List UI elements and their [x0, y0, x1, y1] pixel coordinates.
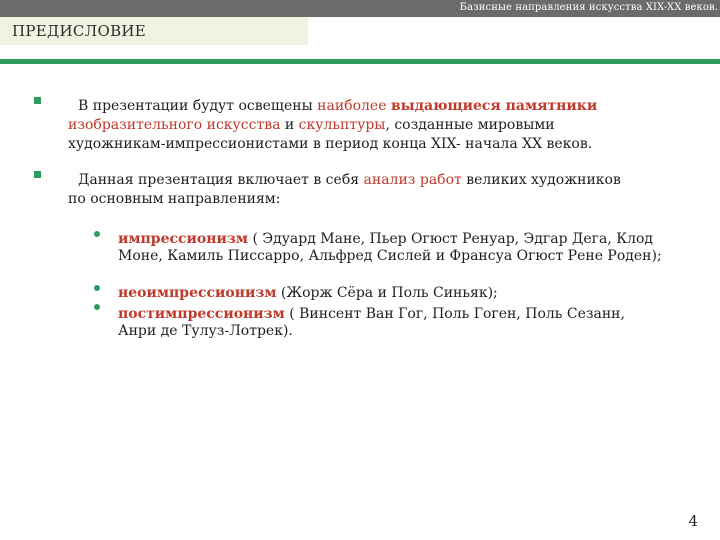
list-item-impressionism: импрессионизм ( Эдуард Мане, Пьер Огюст …	[118, 231, 698, 265]
round-bullet-icon	[94, 285, 100, 291]
square-bullet-icon	[34, 171, 41, 178]
bullet-2-text: великих художников	[461, 172, 621, 188]
accent-divider	[0, 59, 720, 64]
bullet-2-line-2: по основным направлениям:	[68, 191, 281, 207]
page-number: 4	[688, 512, 698, 530]
bullet-1-line-2: изобразительного искусства и скульптуры,…	[68, 116, 698, 135]
bullet-2-line-1: Данная презентация включает в себя анали…	[68, 171, 708, 190]
square-bullet-icon	[34, 97, 41, 104]
bullet-1-text: , созданные мировыми	[385, 117, 555, 133]
bullet-paragraph-2: Данная презентация включает в себя анали…	[68, 171, 708, 209]
list-item-neoimpressionism: неоимпрессионизм (Жорж Сёра и Поль Синья…	[118, 285, 698, 302]
bullet-1-highlight: скульптуры	[298, 117, 386, 133]
bullet-1-highlight: изобразительного искусства	[68, 117, 281, 133]
bullet-1-line-1: В презентации будут освещены наиболее вы…	[68, 97, 698, 116]
list-item-term: импрессионизм	[118, 231, 248, 247]
bullet-1-highlight: наиболее	[317, 98, 391, 114]
bullet-1-highlight-bold: выдающиеся памятники	[390, 98, 598, 114]
presentation-title: Базисные направления искусства XIX-XX ве…	[459, 2, 718, 13]
bullet-1-text: и	[280, 117, 299, 133]
slide-title-bar: ПРЕДИСЛОВИЕ	[0, 17, 308, 45]
list-item-term: неоимпрессионизм	[118, 285, 277, 301]
bullet-paragraph-1: В презентации будут освещены наиболее вы…	[68, 97, 698, 154]
list-item-postimpressionism: постимпрессионизм ( Винсент Ван Гог, Пол…	[118, 306, 638, 340]
bullet-1-text: В презентации будут освещены	[78, 98, 318, 114]
list-item-term: постимпрессионизм	[118, 306, 285, 322]
slide-title: ПРЕДИСЛОВИЕ	[12, 22, 147, 40]
list-item-text: (Жорж Сёра и Поль Синьяк);	[276, 285, 498, 301]
bullet-2-text: Данная презентация включает в себя	[78, 172, 364, 188]
top-header-bar: Базисные направления искусства XIX-XX ве…	[0, 0, 720, 17]
round-bullet-icon	[94, 304, 100, 310]
bullet-1-line-3: художникам-импрессионистами в период кон…	[68, 136, 593, 152]
round-bullet-icon	[94, 231, 100, 237]
bullet-2-highlight: анализ работ	[363, 172, 462, 188]
